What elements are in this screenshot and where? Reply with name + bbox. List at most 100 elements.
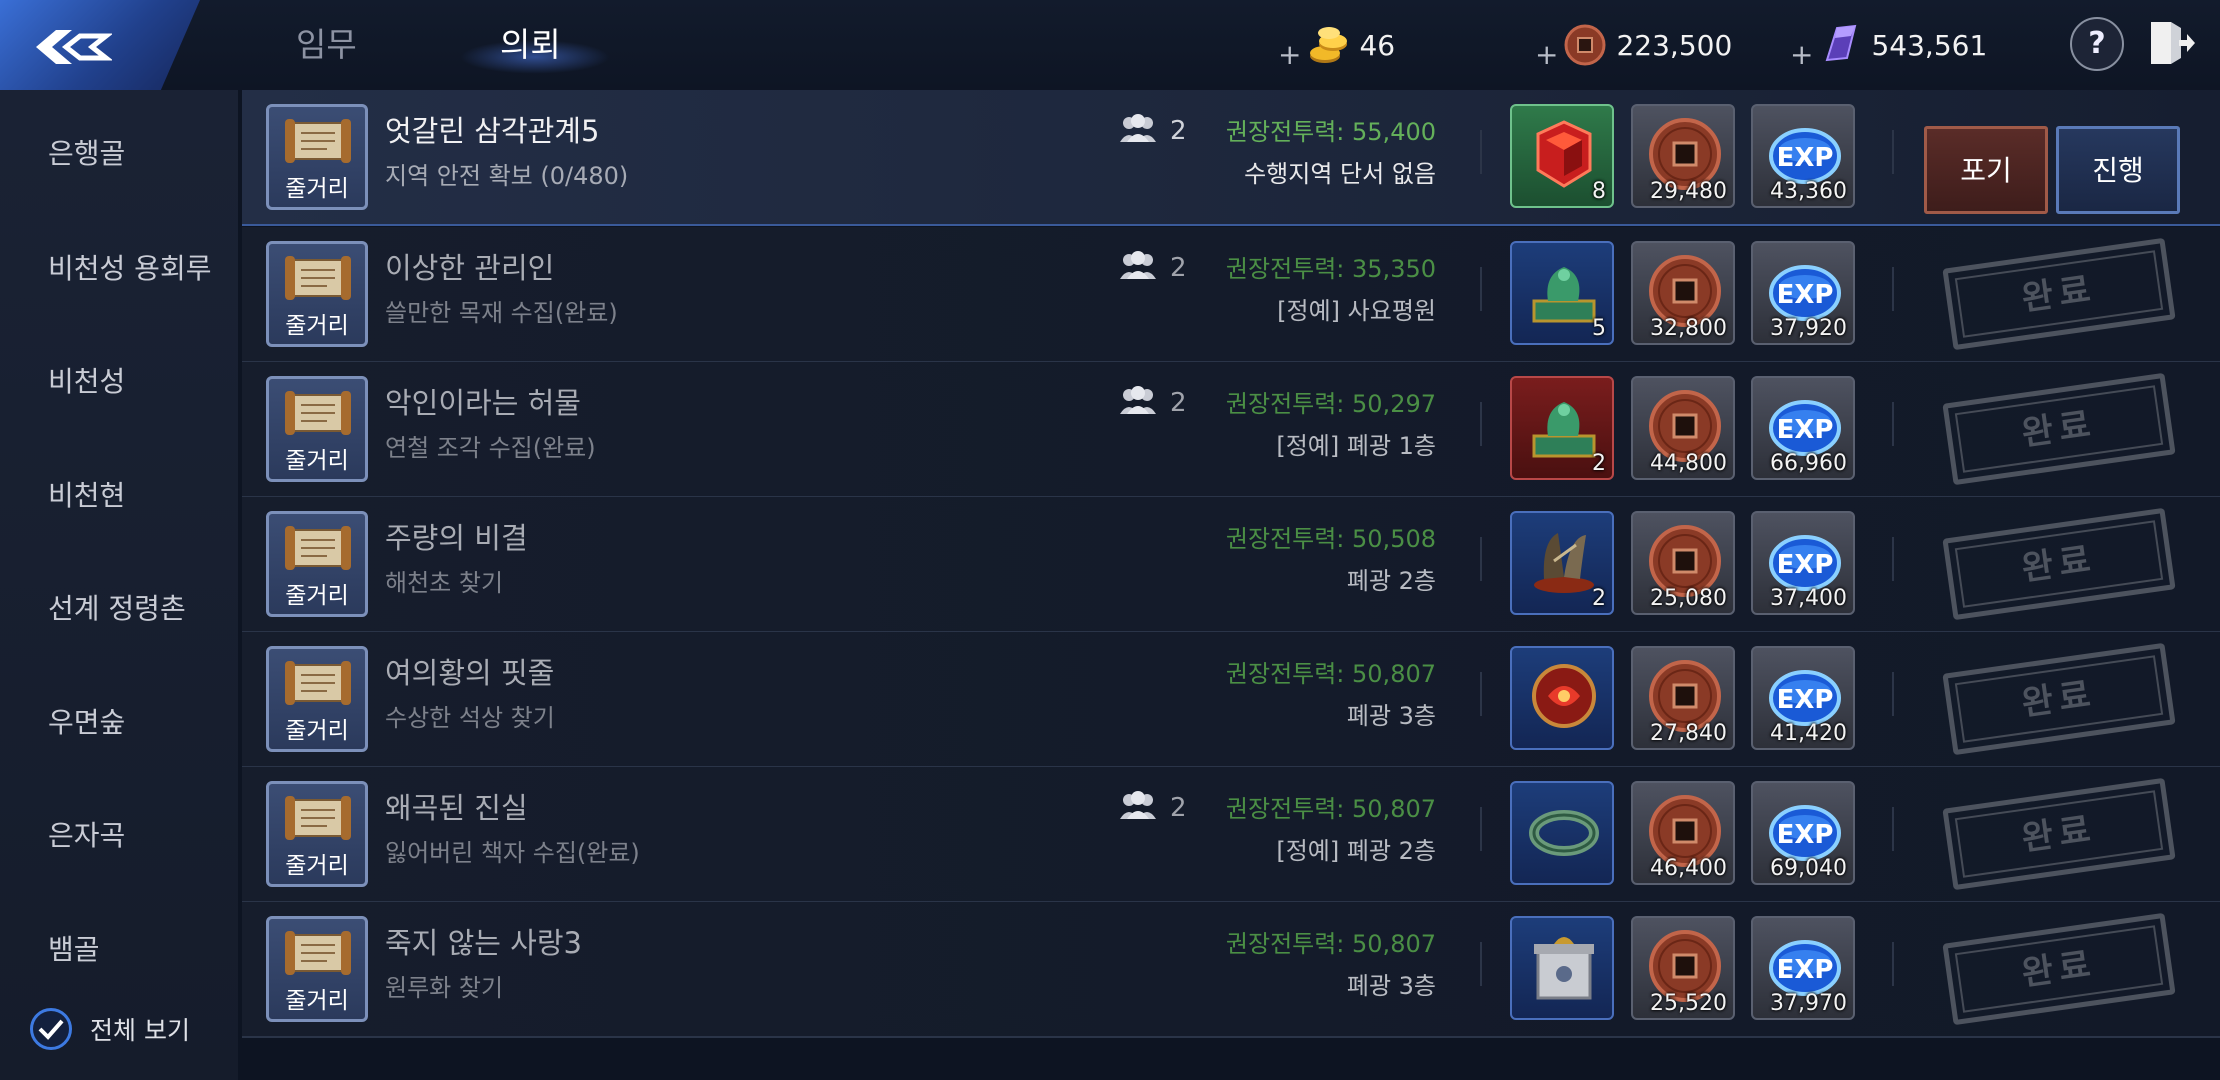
view-all-checkbox[interactable] [30,1008,72,1050]
recommended-power: 권장전투력: 50,807 [1225,660,1436,688]
quest-type-label: 줄거리 [285,448,349,474]
reward-slot[interactable]: 25,520 [1631,916,1735,1020]
sidebar-item-bicheonseong[interactable]: 비천성 [48,360,125,400]
reward-count: 69,040 [1770,856,1847,881]
reward-count: 25,520 [1650,991,1727,1016]
quest-title: 왜곡된 진실 [385,791,528,825]
reward-count: 2 [1592,451,1606,476]
party-count: 2 [1118,251,1187,285]
recommended-power: 권장전투력: 50,807 [1225,795,1436,823]
top-bar: 임무 의뢰 + 46 + 223,500 + 543,561 ? [0,0,2220,92]
reward-slot[interactable]: 44,800 [1631,376,1735,480]
quest-title: 주량의 비결 [385,521,528,555]
reward-slot[interactable]: EXP 37,400 [1751,511,1855,615]
completed-stamp: 완료 [1942,912,2176,1026]
quest-location: [정예] 사요평원 [1277,297,1436,325]
divider [1892,267,1894,311]
sidebar-item-baemgol[interactable]: 뱀골 [48,928,100,968]
sidebar-item-eunhaenggol[interactable]: 은행골 [48,132,125,172]
reward-count: 2 [1592,586,1606,611]
exit-icon[interactable] [2145,16,2197,70]
sidebar-item-bicheonseong-yonghoeru[interactable]: 비천성 용회루 [48,247,211,287]
quest-row[interactable]: 줄거리 악인이라는 허물 연철 조각 수집(완료) 2 권장전투력: 50,297 [정예… [242,362,2220,498]
reward-count: 29,480 [1650,179,1727,204]
tab-mission[interactable]: 임무 [296,18,357,66]
reward-slot[interactable]: 46,400 [1631,781,1735,885]
divider [1480,402,1482,446]
scroll-icon [283,792,353,848]
reward-slot[interactable] [1510,646,1614,750]
reward-slot[interactable]: EXP 37,970 [1751,916,1855,1020]
reward-slot[interactable]: 5 [1510,241,1614,345]
crystal-currency[interactable]: + 543,561 [1790,20,1987,71]
quest-row[interactable]: 줄거리 이상한 관리인 쓸만한 목재 수집(완료) 2 권장전투력: 35,350 [정예… [242,227,2220,363]
reward-slot[interactable]: 29,480 [1631,104,1735,208]
sidebar-item-eunjagok[interactable]: 은자곡 [48,814,125,854]
quest-type-label: 줄거리 [285,583,349,609]
back-logo-button[interactable] [0,0,200,92]
reward-count: 66,960 [1770,451,1847,476]
party-size: 2 [1170,793,1187,823]
reward-slot[interactable]: 27,840 [1631,646,1735,750]
recommended-power: 권장전투력: 50,297 [1225,390,1436,418]
storyline-quest-icon: 줄거리 [266,104,368,210]
sidebar-item-bicheonhyeon[interactable]: 비천현 [48,474,125,514]
reward-slot[interactable]: EXP 37,920 [1751,241,1855,345]
sidebar-item-umyeonsup[interactable]: 우면숲 [48,701,125,741]
divider [1480,942,1482,986]
gold-currency[interactable]: + 46 [1278,20,1395,71]
svg-text:EXP: EXP [1777,280,1834,310]
checkmark-icon [38,1019,64,1040]
help-button[interactable]: ? [2070,17,2124,71]
quest-row[interactable]: 줄거리 엇갈린 삼각관계5 지역 안전 확보 (0/480) 2 권장전투력: 55,4… [242,90,2220,226]
quest-row[interactable]: 줄거리 여의황의 핏줄 수상한 석상 찾기 권장전투력: 50,807 폐광 3층 27,… [242,632,2220,768]
reward-slot[interactable]: 2 [1510,376,1614,480]
scroll-icon [283,657,353,713]
svg-text:EXP: EXP [1777,143,1834,173]
party-size: 2 [1170,116,1187,146]
storyline-quest-icon: 줄거리 [266,511,368,617]
party-icon [1118,386,1158,420]
party-count: 2 [1118,791,1187,825]
quest-objective: 수상한 석상 찾기 [385,704,555,732]
divider [1892,807,1894,851]
storyline-quest-icon: 줄거리 [266,781,368,887]
party-size: 2 [1170,253,1187,283]
copper-currency[interactable]: + 223,500 [1535,20,1732,71]
reward-count: 44,800 [1650,451,1727,476]
completed-stamp: 완료 [1942,777,2176,891]
reward-slot[interactable]: 8 [1510,104,1614,208]
reward-slot[interactable] [1510,916,1614,1020]
completed-stamp: 완료 [1942,372,2176,486]
reward-slot[interactable]: 2 [1510,511,1614,615]
reward-slot[interactable]: EXP 43,360 [1751,104,1855,208]
storyline-quest-icon: 줄거리 [266,241,368,347]
quest-row[interactable]: 줄거리 왜곡된 진실 잃어버린 책자 수집(완료) 2 권장전투력: 50,807 [정예… [242,767,2220,903]
reward-slot[interactable]: EXP 66,960 [1751,376,1855,480]
silver-box-icon [1524,926,1604,1010]
divider [1480,130,1482,174]
reward-slot[interactable]: 25,080 [1631,511,1735,615]
quest-row[interactable]: 줄거리 주량의 비결 해천초 찾기 권장전투력: 50,508 폐광 2층 2 25,080… [242,497,2220,633]
svg-text:EXP: EXP [1777,685,1834,715]
copper-coin-icon [1564,24,1606,66]
tab-request[interactable]: 의뢰 [500,18,561,66]
svg-text:EXP: EXP [1777,955,1834,985]
quest-list: 줄거리 엇갈린 삼각관계5 지역 안전 확보 (0/480) 2 권장전투력: 55,4… [242,90,2220,1080]
quest-location: 폐광 3층 [1346,702,1436,730]
reward-count: 5 [1592,316,1606,341]
recommended-power: 권장전투력: 55,400 [1225,118,1436,146]
sidebar-item-seongye-jeongryeongchon[interactable]: 선계 정령촌 [48,587,186,627]
quest-objective: 원루화 찾기 [385,974,504,1002]
completed-stamp: 완료 [1942,237,2176,351]
reward-slot[interactable]: 32,800 [1631,241,1735,345]
quest-row[interactable]: 줄거리 죽지 않는 사랑3 원루화 찾기 권장전투력: 50,807 폐광 3층 25,5… [242,902,2220,1038]
reward-slot[interactable] [1510,781,1614,885]
proceed-button[interactable]: 진행 [2056,126,2180,214]
reward-count: 41,420 [1770,721,1847,746]
give-up-button[interactable]: 포기 [1924,126,2048,214]
view-all-toggle[interactable]: 전체 보기 [30,1008,190,1050]
recommended-power: 권장전투력: 35,350 [1225,255,1436,283]
reward-slot[interactable]: EXP 41,420 [1751,646,1855,750]
reward-slot[interactable]: EXP 69,040 [1751,781,1855,885]
